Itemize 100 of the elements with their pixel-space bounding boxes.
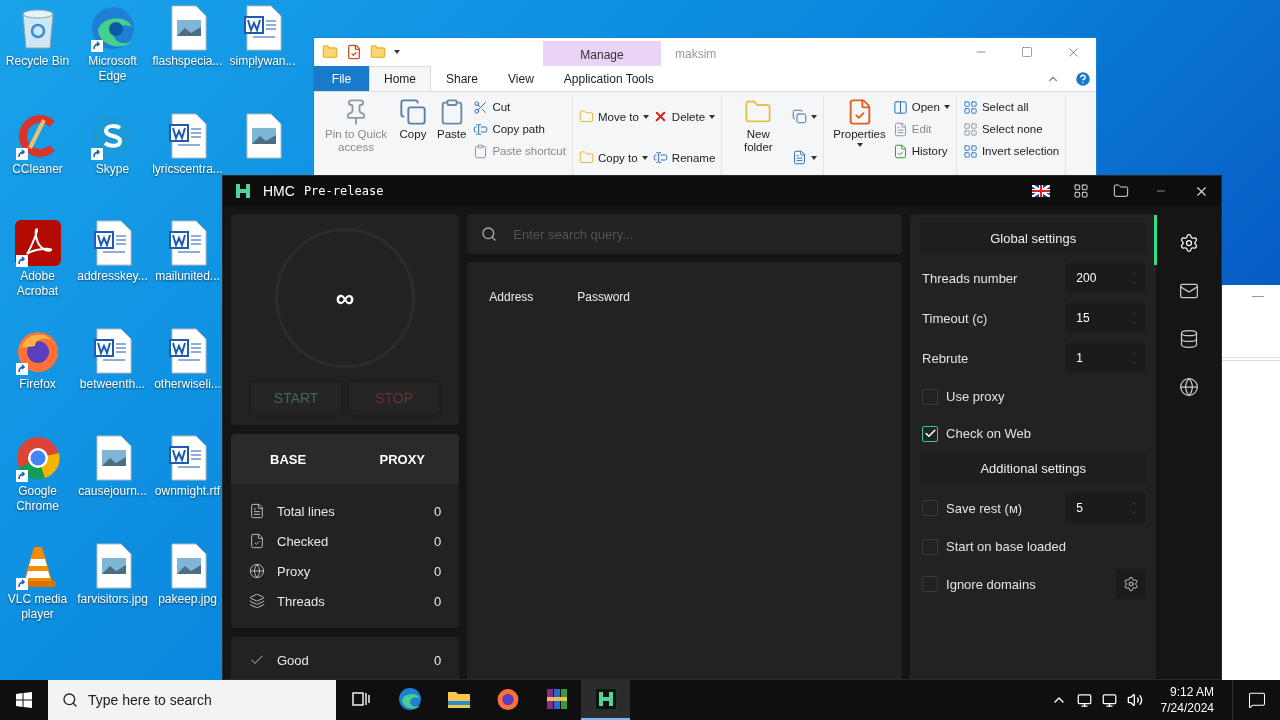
file-icon [249, 503, 265, 519]
ribbon-button[interactable]: Cut [473, 98, 566, 116]
checkbox[interactable] [922, 500, 939, 516]
ribbon-button[interactable]: Invert selection [962, 142, 1060, 160]
grid-icon [962, 121, 978, 137]
text-field-icon [652, 150, 668, 165]
volume-icon[interactable] [1126, 692, 1143, 708]
setting-label: Threads number [922, 270, 1018, 286]
ribbon-button[interactable]: Paste [434, 96, 470, 176]
checkbox[interactable] [922, 538, 939, 555]
envelope-icon [1178, 281, 1199, 301]
settings-icon [1178, 233, 1199, 253]
firefox-icon [495, 687, 520, 711]
tab[interactable]: BASE [231, 434, 346, 484]
stat-value: 0 [434, 563, 442, 579]
desktop-icon-label[interactable]: farvisitors.jpg [77, 591, 148, 607]
setting-label: Rebrute [922, 350, 969, 366]
clock[interactable]: 9:12 AM 7/24/2024 [1152, 684, 1222, 716]
ribbon-button[interactable] [792, 107, 818, 126]
document-icon [892, 121, 908, 137]
message-icon [1247, 691, 1266, 709]
stat-label: Good [277, 652, 310, 668]
ribbon-button[interactable]: Select all [962, 98, 1060, 116]
windows-logo-icon [16, 692, 32, 708]
edge-icon [89, 5, 136, 51]
help-icon[interactable] [1074, 69, 1092, 88]
window-title: maksim [674, 46, 718, 63]
books-icon [544, 687, 569, 711]
ribbon-tab[interactable]: Share [431, 66, 494, 91]
copy-icon [792, 109, 808, 124]
search-icon [62, 692, 78, 708]
desktop-icon-label[interactable]: pakeep.jpg [158, 591, 217, 607]
monitor-icon[interactable] [1076, 692, 1092, 708]
checkbox[interactable] [922, 388, 939, 405]
ribbon-button[interactable]: Rename [652, 148, 716, 167]
ribbon-tab[interactable]: Home [369, 66, 431, 91]
stat-label: Total lines [277, 503, 336, 519]
counter-value: ∞ [335, 282, 355, 314]
ribbon-button[interactable]: Delete [652, 107, 716, 126]
settings-icon [1123, 576, 1140, 592]
setting-label: Ignore domains [946, 576, 1036, 592]
ribbon-button[interactable]: Copy to [578, 148, 649, 167]
ribbon-button[interactable]: Copy [396, 96, 430, 176]
ribbon-button[interactable]: Move to [578, 107, 649, 126]
taskbar-app-button[interactable] [581, 680, 630, 720]
ribbon-button[interactable] [792, 148, 818, 167]
section-header: Global settings [920, 222, 1147, 254]
h-logo-icon [594, 688, 617, 710]
number-field[interactable]: 15 [1066, 303, 1147, 333]
ribbon-button[interactable]: History [892, 142, 950, 160]
tab[interactable]: PROXY [345, 434, 460, 484]
taskbar-search-field[interactable]: Type here to search [48, 680, 336, 720]
copy-icon [399, 98, 427, 126]
ribbon-tab[interactable]: View [493, 66, 549, 91]
ribbon-tab[interactable]: Application Tools [548, 66, 669, 91]
edge-icon [397, 687, 422, 711]
column-header[interactable]: Address [489, 290, 534, 304]
ribbon-button[interactable]: Open [892, 98, 950, 116]
grid-icon [1073, 183, 1089, 199]
file-check-icon [249, 533, 265, 549]
stat-value: 0 [434, 593, 442, 609]
dropdown-caret-icon [394, 50, 400, 54]
stat-value: 0 [434, 533, 442, 549]
setting-label: Check on Web [946, 426, 1032, 441]
flag-icon [1032, 185, 1050, 197]
task-view-icon [351, 691, 370, 707]
release-label: Pre-release [303, 184, 384, 198]
number-field[interactable]: 1 [1066, 343, 1147, 373]
database-icon [1178, 329, 1199, 349]
ribbon-button[interactable]: Select none [962, 120, 1060, 138]
number-field[interactable]: 200 [1066, 263, 1147, 293]
ribbon-tab[interactable]: File [314, 66, 369, 91]
folder-icon [370, 44, 386, 60]
checkbox[interactable] [922, 576, 939, 592]
column-header[interactable]: Password [577, 290, 630, 304]
pdf-app-icon [14, 220, 61, 266]
number-field[interactable]: 5 [1066, 493, 1147, 523]
stat-label: Checked [277, 533, 330, 549]
ribbon-button[interactable]: Copy path [473, 120, 566, 138]
active-indicator [1153, 215, 1157, 265]
folder-icon [578, 109, 594, 124]
properties-icon [346, 44, 362, 60]
search-icon [481, 226, 498, 242]
setting-label: Save rest (м) [946, 500, 1023, 516]
grid-icon [962, 143, 978, 159]
setting-label: Start on base loaded [946, 539, 1067, 554]
grid-icon [962, 99, 978, 115]
folder-icon [1113, 183, 1129, 199]
h-logo-icon [235, 183, 251, 199]
globe-icon [1178, 377, 1199, 397]
ribbon-button[interactable]: New folder [728, 96, 789, 176]
folder-icon [446, 689, 471, 709]
setting-label: Use proxy [946, 389, 1005, 404]
checkbox[interactable] [922, 425, 939, 442]
network-icon[interactable] [1101, 692, 1117, 708]
window-icon [892, 99, 908, 115]
ribbon-button[interactable]: Properties [830, 96, 889, 176]
text-field-icon [473, 121, 489, 137]
desktop-icon-label[interactable]: ownmight.rtf [154, 484, 221, 499]
domain-settings-button[interactable] [1116, 569, 1147, 599]
